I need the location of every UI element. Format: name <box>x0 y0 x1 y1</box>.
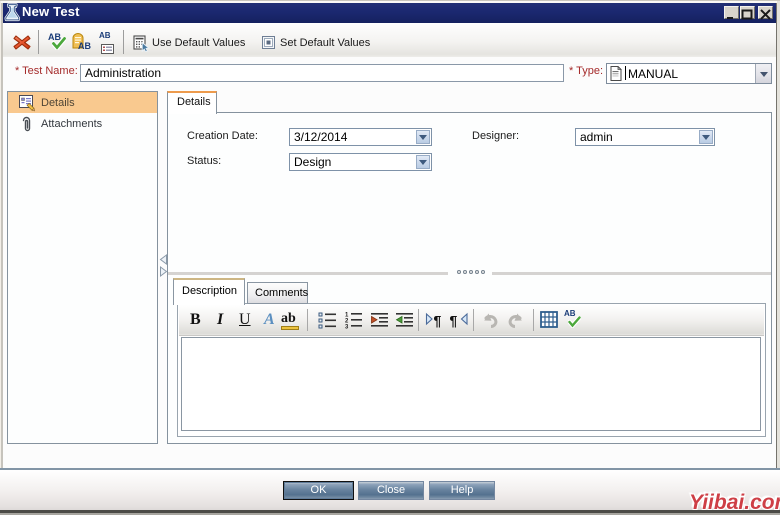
svg-text:3: 3 <box>345 325 349 330</box>
svg-text:¶: ¶ <box>450 313 458 329</box>
svg-text:¶: ¶ <box>434 313 442 329</box>
